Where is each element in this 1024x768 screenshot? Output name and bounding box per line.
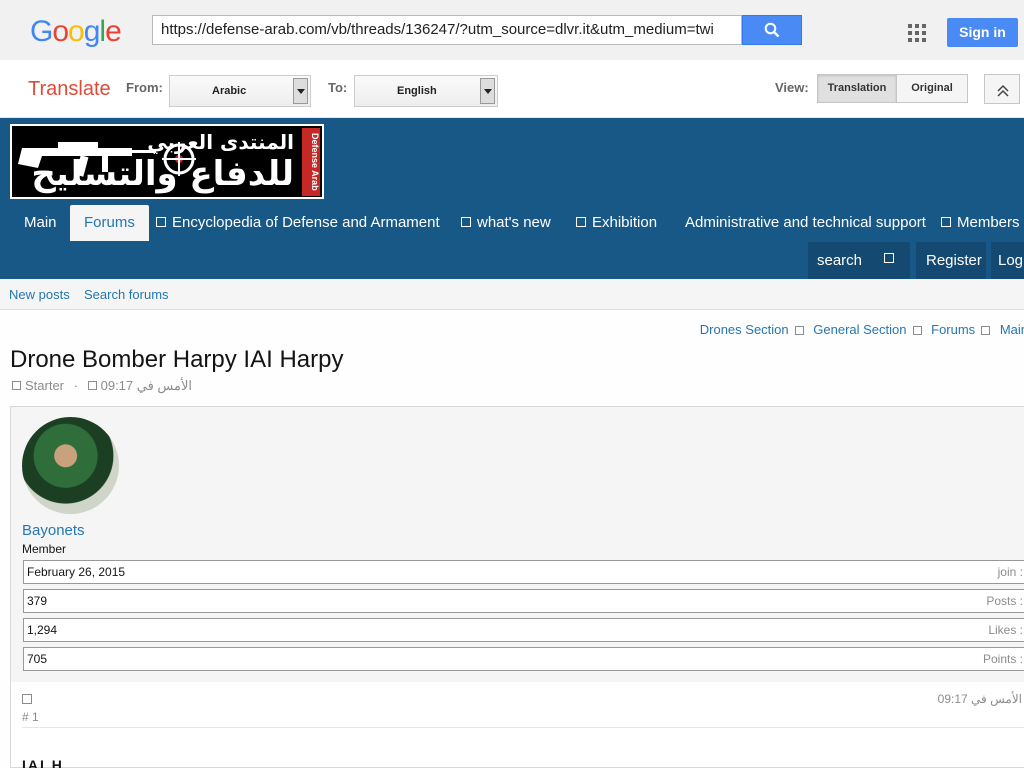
main-nav: Main Forums Encyclopedia of Defense and …: [0, 205, 1024, 241]
nav-main[interactable]: Main: [24, 205, 57, 241]
thread-date[interactable]: الأمس في 09:17: [101, 378, 192, 393]
stat-row: 379 Posts :: [23, 589, 1024, 613]
to-language-select[interactable]: English: [354, 75, 498, 107]
view-translation-button[interactable]: Translation: [817, 74, 897, 103]
chevron-down-icon: [293, 78, 308, 104]
view-original-button[interactable]: Original: [896, 74, 968, 103]
page-title: Drone Bomber Harpy IAI Harpy: [10, 346, 344, 373]
forum-header: المنتدى العربي للدفاع والتسليح Defense A…: [0, 118, 1024, 279]
breadcrumb-main[interactable]: Main: [1000, 322, 1024, 337]
translate-label: Translate: [28, 78, 111, 100]
stat-posts-value: 379: [27, 594, 48, 608]
nav-exhibition[interactable]: Exhibition: [576, 205, 657, 241]
nav-whats-new[interactable]: what's new: [461, 205, 551, 241]
nav-search-label: search: [817, 252, 863, 269]
stat-row: 1,294 Likes :: [23, 618, 1024, 642]
main-content: Drones Section General Section Forums Ma…: [0, 310, 1024, 768]
url-input[interactable]: https://defense-arab.com/vb/threads/1362…: [152, 15, 742, 45]
nav-login[interactable]: Log: [991, 242, 1024, 279]
checkbox-icon: [912, 326, 922, 336]
google-bar: Google https://defense-arab.com/vb/threa…: [0, 0, 1024, 60]
from-label: From:: [126, 80, 163, 95]
nav-members-label: Members: [957, 214, 1020, 231]
post-number[interactable]: # 1: [22, 710, 39, 724]
from-language-select[interactable]: Arabic: [169, 75, 311, 107]
checkbox-icon: [941, 217, 951, 228]
thread-meta: Starter · الأمس في 09:17: [12, 378, 192, 394]
user-panel: Bayonets Member February 26, 2015 join :…: [11, 407, 1024, 682]
breadcrumb-general[interactable]: General Section: [813, 322, 906, 337]
checkbox-icon: [156, 217, 166, 228]
checkbox-icon: [884, 253, 894, 263]
to-language-value: English: [397, 85, 437, 97]
stat-likes-value: 1,294: [27, 623, 58, 637]
search-forums-link[interactable]: Search forums: [84, 279, 169, 310]
checkbox-icon: [576, 217, 586, 228]
divider: [22, 727, 1024, 728]
stat-join-value: February 26, 2015: [27, 565, 126, 579]
post-body: IAI H: [22, 757, 64, 768]
from-language-value: Arabic: [212, 85, 247, 97]
site-logo[interactable]: المنتدى العربي للدفاع والتسليح Defense A…: [10, 124, 324, 199]
post-date[interactable]: الأمس في 09:17: [938, 692, 1022, 706]
breadcrumb: Drones Section General Section Forums Ma…: [694, 322, 1024, 337]
nav-forums[interactable]: Forums: [70, 205, 149, 241]
avatar[interactable]: [22, 417, 119, 514]
nav-members[interactable]: Members: [941, 205, 1020, 241]
nav-encyclopedia[interactable]: Encyclopedia of Defense and Armament: [156, 205, 440, 241]
stat-likes-key: Likes :: [988, 623, 1023, 637]
stat-row: 705 Points :: [23, 647, 1024, 671]
breadcrumb-drones[interactable]: Drones Section: [700, 322, 789, 337]
nav-support[interactable]: Administrative and technical support: [685, 205, 926, 241]
post: Bayonets Member February 26, 2015 join :…: [10, 406, 1024, 768]
nav-search[interactable]: search: [808, 242, 910, 279]
sub-tabs: New posts Search forums: [0, 279, 1024, 310]
username[interactable]: Bayonets: [22, 522, 85, 539]
sign-in-button[interactable]: Sign in: [947, 18, 1018, 47]
breadcrumb-forums[interactable]: Forums: [931, 322, 975, 337]
stat-posts-key: Posts :: [986, 594, 1023, 608]
checkbox-icon: [461, 217, 471, 228]
stat-points-value: 705: [27, 652, 48, 666]
logo-text-top: المنتدى العربي: [147, 130, 294, 154]
to-label: To:: [328, 80, 348, 95]
google-search-button[interactable]: [742, 15, 802, 45]
collapse-button[interactable]: [984, 74, 1020, 104]
logo-text-main: للدفاع والتسليح: [31, 154, 294, 194]
checkbox-icon: [794, 326, 804, 336]
apps-grid-icon[interactable]: [908, 24, 926, 42]
view-label: View:: [775, 80, 809, 95]
stat-join-key: join :: [997, 565, 1023, 579]
checkbox-icon: [981, 326, 991, 336]
user-role: Member: [22, 542, 67, 556]
stat-row: February 26, 2015 join :: [23, 560, 1024, 584]
new-posts-link[interactable]: New posts: [9, 279, 70, 310]
thread-starter[interactable]: Starter: [25, 378, 64, 393]
search-icon: [764, 22, 780, 38]
google-logo[interactable]: Google: [30, 15, 122, 49]
clock-icon: [87, 381, 97, 391]
nav-exhibition-label: Exhibition: [592, 214, 658, 231]
user-icon: [12, 381, 21, 391]
translate-bar: Translate From: Arabic To: English View:…: [0, 60, 1024, 118]
nav-register[interactable]: Register: [916, 242, 986, 279]
stat-points-key: Points :: [982, 652, 1023, 666]
nav-whats-new-label: what's new: [477, 214, 551, 231]
share-icon[interactable]: [22, 692, 38, 706]
logo-brand: Defense Arab: [302, 128, 320, 196]
chevron-down-icon: [480, 78, 495, 104]
checkbox-icon: [22, 693, 32, 704]
double-chevron-up-icon: [997, 84, 1009, 97]
nav-encyclopedia-label: Encyclopedia of Defense and Armament: [172, 214, 440, 231]
